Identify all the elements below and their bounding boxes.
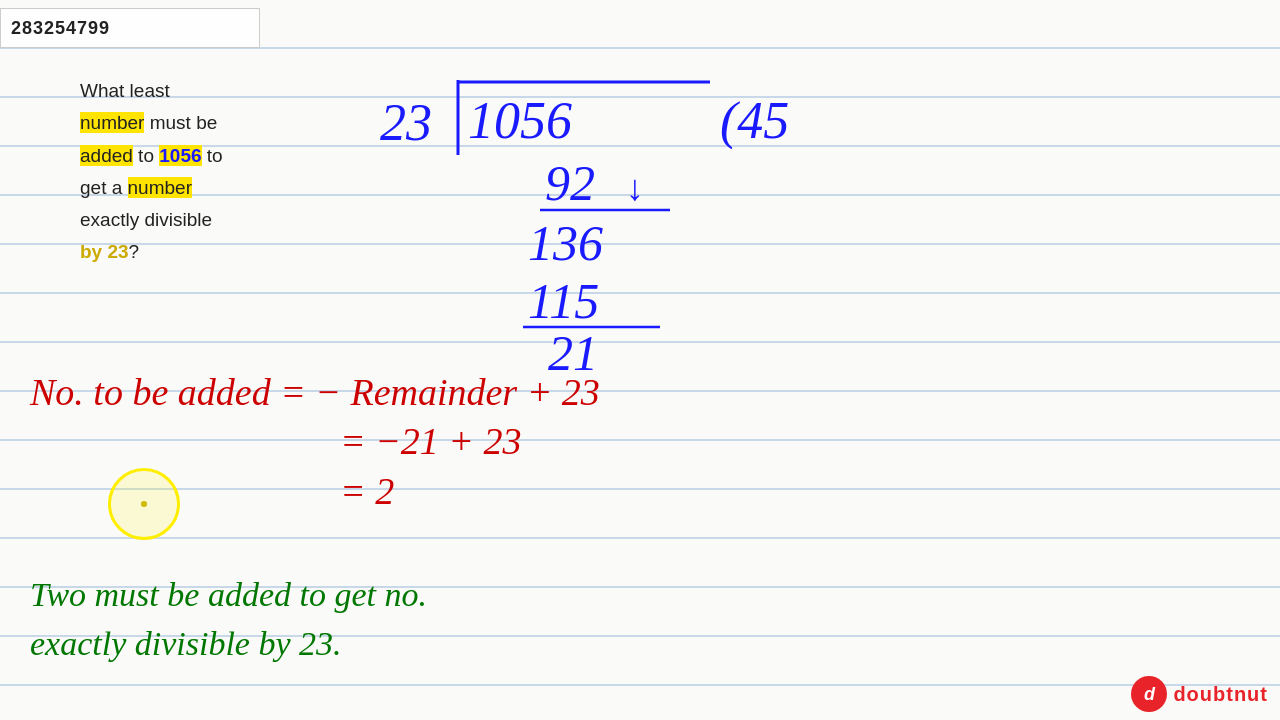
step2-text: 136 <box>528 215 603 271</box>
question-exactly-divisible: exactly divisible <box>80 209 212 230</box>
video-id-bar: 283254799 <box>0 8 260 48</box>
remainder-text: 21 <box>548 325 598 370</box>
formula-no-to-be: No. to be added = − Remainder + 23 <box>30 371 600 413</box>
question-added-highlight: added <box>80 145 133 166</box>
divisor-text: 23 <box>380 94 432 151</box>
dividend-text: 1056 <box>468 92 572 149</box>
conclusion-area: Two must be added to get no. exactly div… <box>30 570 427 669</box>
video-id-text: 283254799 <box>11 18 110 39</box>
step3-text: 115 <box>528 273 599 329</box>
doubtnut-icon-text: d <box>1144 684 1155 705</box>
down-arrow: ↓ <box>626 167 644 208</box>
question-to2: to <box>202 145 223 166</box>
division-svg: 23 1056 (45 92 ↓ 136 115 21 <box>380 60 900 370</box>
cursor-indicator <box>108 468 180 540</box>
question-get-a: get a <box>80 177 128 198</box>
conclusion-line2: exactly divisible by 23. <box>30 619 427 668</box>
doubtnut-brand-name: doubtnut <box>1173 683 1268 706</box>
cursor-dot <box>141 501 147 507</box>
doubtnut-logo: d doubtnut <box>1131 676 1268 712</box>
formula-line2: = −21 + 23 <box>30 417 600 466</box>
question-qmark: ? <box>129 241 140 262</box>
formula-eq3: = 2 <box>340 470 394 512</box>
conclusion-line1: Two must be added to get no. <box>30 570 427 619</box>
quotient-text: (45 <box>720 92 789 150</box>
question-area: What least number must be added to 1056 … <box>80 75 320 269</box>
doubtnut-icon: d <box>1131 676 1167 712</box>
question-line1: What least <box>80 80 170 101</box>
question-number2-highlight: number <box>128 177 192 198</box>
question-by23: by 23 <box>80 241 129 262</box>
formula-line1: No. to be added = − Remainder + 23 <box>30 368 600 417</box>
formula-eq2: = −21 + 23 <box>340 420 521 462</box>
question-line2b: must be <box>144 112 217 133</box>
question-to-text: to <box>133 145 159 166</box>
question-number-highlight: number <box>80 112 144 133</box>
question-1056-highlight: 1056 <box>159 145 201 166</box>
division-work-area: 23 1056 (45 92 ↓ 136 115 21 <box>380 60 900 370</box>
step1-text: 92 <box>545 155 595 211</box>
